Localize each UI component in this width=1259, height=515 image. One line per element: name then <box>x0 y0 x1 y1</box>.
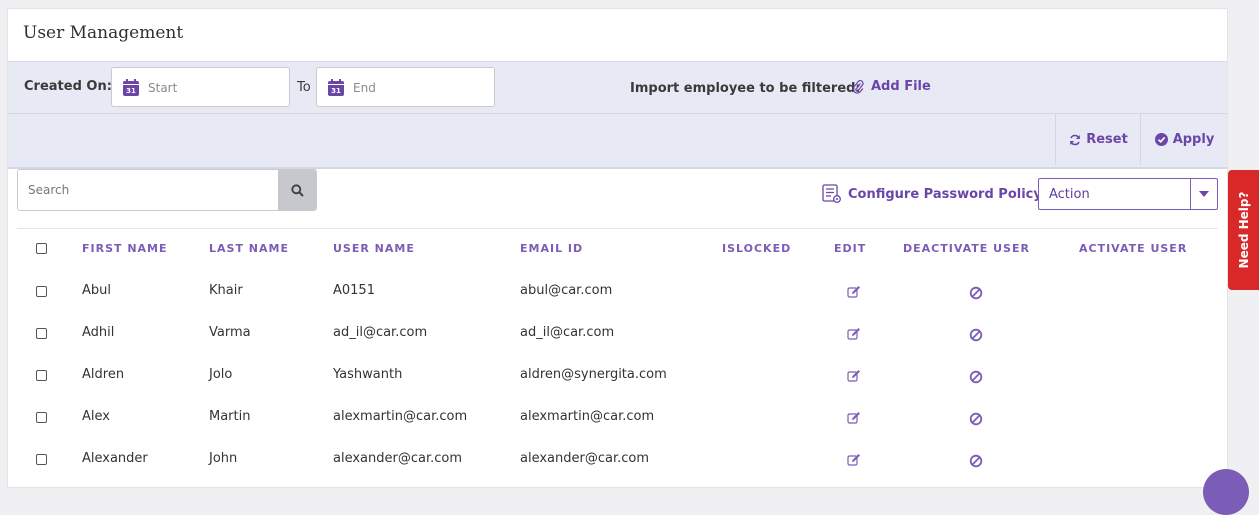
apply-label: Apply <box>1172 132 1215 147</box>
calendar-icon: 31 <box>328 79 344 96</box>
check-circle-icon <box>1154 133 1168 146</box>
caret-down-icon <box>1199 191 1209 197</box>
search-button[interactable] <box>278 170 316 210</box>
cell-last-name: Khair <box>209 283 243 298</box>
refresh-icon <box>1070 134 1080 145</box>
configure-password-policy-link[interactable]: Configure Password Policy <box>822 184 1042 204</box>
configure-password-policy-label: Configure Password Policy <box>848 186 1042 202</box>
ban-icon[interactable] <box>969 327 983 342</box>
column-header-activate-user: ACTIVATE USER <box>1079 242 1188 255</box>
search-icon <box>290 183 304 197</box>
filter-row-actions: Reset Apply <box>8 114 1227 165</box>
action-dropdown-value: Action <box>1049 187 1090 202</box>
edit-icon[interactable] <box>847 410 861 424</box>
reset-label: Reset <box>1086 132 1128 147</box>
calendar-day-text: 31 <box>331 87 341 95</box>
column-header-first-name[interactable]: FIRST NAME <box>82 242 168 255</box>
import-employee-label: Import employee to be filtered: <box>630 81 861 96</box>
start-date-placeholder: Start <box>148 81 178 95</box>
cell-email-id: ad_il@car.com <box>520 325 615 340</box>
cell-user-name: alexander@car.com <box>333 451 463 466</box>
cell-last-name: John <box>209 451 238 466</box>
add-file-label: Add File <box>871 79 931 94</box>
column-header-email-id[interactable]: EMAIL ID <box>520 242 583 255</box>
cell-user-name: alexmartin@car.com <box>333 409 468 424</box>
ban-icon[interactable] <box>969 285 983 300</box>
cell-email-id: alexmartin@car.com <box>520 409 655 424</box>
ban-icon[interactable] <box>969 453 983 468</box>
row-checkbox[interactable] <box>36 412 47 423</box>
edit-icon[interactable] <box>847 452 861 466</box>
filter-panel: Created On: 31 Start To 31 End Import em… <box>8 61 1227 169</box>
column-header-last-name[interactable]: LAST NAME <box>209 242 289 255</box>
cell-email-id: abul@car.com <box>520 283 613 298</box>
table-divider <box>17 228 1218 229</box>
paperclip-icon <box>852 79 864 94</box>
add-file-link[interactable]: Add File <box>852 79 931 94</box>
cell-first-name: Adhil <box>82 325 115 340</box>
action-dropdown[interactable]: Action <box>1038 178 1218 210</box>
created-on-label: Created On: <box>24 79 112 94</box>
filter-row-dates: Created On: 31 Start To 31 End Import em… <box>8 62 1227 114</box>
ban-icon[interactable] <box>969 411 983 426</box>
cell-last-name: Jolo <box>209 367 233 382</box>
search-input[interactable] <box>18 170 279 210</box>
ban-icon[interactable] <box>969 369 983 384</box>
column-header-islocked[interactable]: ISLOCKED <box>722 242 791 255</box>
cell-user-name: Yashwanth <box>333 367 403 382</box>
cell-email-id: aldren@synergita.com <box>520 367 667 382</box>
user-management-card: User Management Created On: 31 Start To <box>7 8 1228 488</box>
row-checkbox[interactable] <box>36 286 47 297</box>
chat-bubble-button[interactable] <box>1203 469 1249 515</box>
need-help-label: Need Help? <box>1236 191 1251 269</box>
apply-button[interactable]: Apply <box>1140 114 1228 165</box>
column-header-edit: EDIT <box>834 242 867 255</box>
cell-first-name: Aldren <box>82 367 125 382</box>
cell-first-name: Alex <box>82 409 110 424</box>
cell-first-name: Abul <box>82 283 111 298</box>
start-date-field[interactable]: 31 Start <box>111 67 290 107</box>
column-header-user-name[interactable]: USER NAME <box>333 242 415 255</box>
cell-email-id: alexander@car.com <box>520 451 650 466</box>
select-all-checkbox[interactable] <box>36 243 47 254</box>
calendar-day-text: 31 <box>126 87 136 95</box>
end-date-placeholder: End <box>353 81 376 95</box>
end-date-field[interactable]: 31 End <box>316 67 495 107</box>
cell-first-name: Alexander <box>82 451 148 466</box>
calendar-icon: 31 <box>123 79 139 96</box>
row-checkbox[interactable] <box>36 328 47 339</box>
search-box <box>17 169 317 211</box>
row-checkbox[interactable] <box>36 454 47 465</box>
need-help-tab[interactable]: Need Help? <box>1228 170 1259 290</box>
edit-icon[interactable] <box>847 368 861 382</box>
cell-user-name: A0151 <box>333 283 375 298</box>
page-title: User Management <box>23 23 184 43</box>
cell-last-name: Varma <box>209 325 251 340</box>
action-dropdown-toggle[interactable] <box>1190 179 1217 209</box>
cell-user-name: ad_il@car.com <box>333 325 428 340</box>
config-list-icon <box>822 184 841 203</box>
reset-button[interactable]: Reset <box>1055 114 1141 165</box>
edit-icon[interactable] <box>847 284 861 298</box>
to-label: To <box>297 80 311 95</box>
cell-last-name: Martin <box>209 409 251 424</box>
column-header-deactivate-user: DEACTIVATE USER <box>903 242 1030 255</box>
edit-icon[interactable] <box>847 326 861 340</box>
row-checkbox[interactable] <box>36 370 47 381</box>
